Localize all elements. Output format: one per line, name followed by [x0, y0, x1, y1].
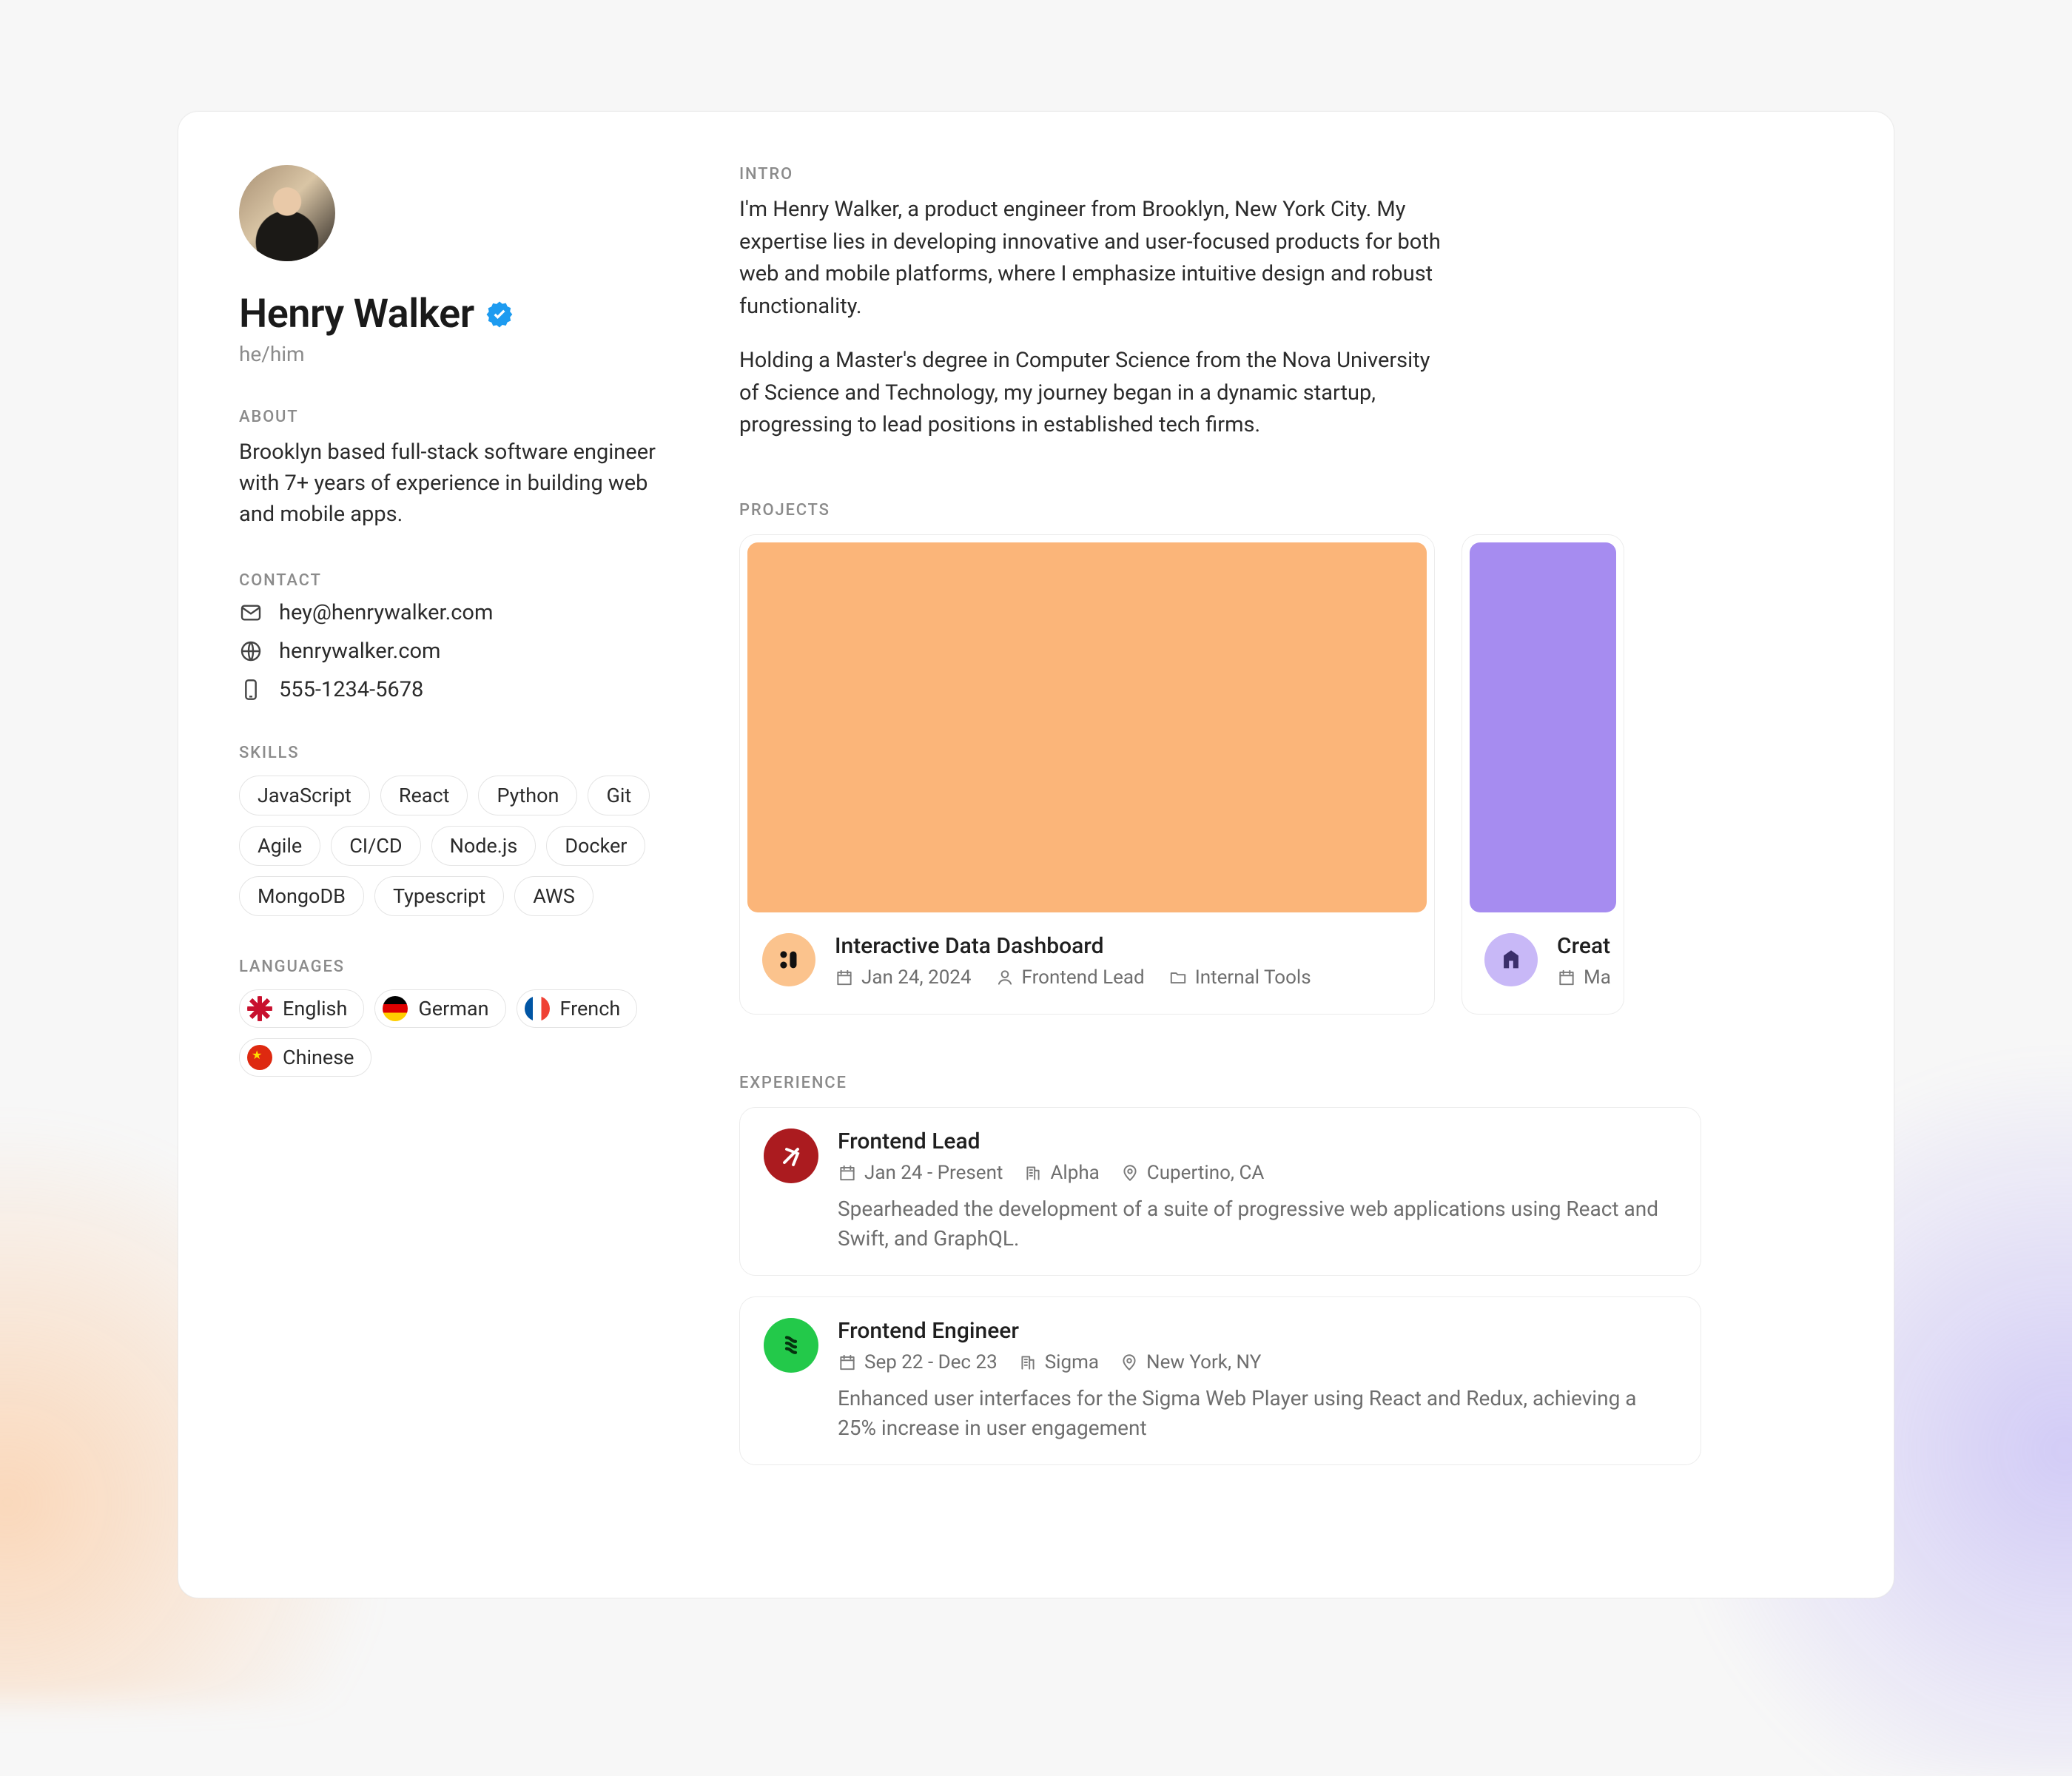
experience-location: Cupertino, CA: [1120, 1162, 1265, 1184]
contact-email-text: hey@henrywalker.com: [279, 600, 493, 625]
project-icon: [762, 933, 815, 986]
experience-description: Enhanced user interfaces for the Sigma W…: [838, 1384, 1677, 1444]
user-icon: [995, 968, 1015, 987]
project-meta-row: Ma: [1557, 966, 1601, 989]
projects-label: PROJECTS: [739, 501, 1894, 519]
language-name: Chinese: [283, 1046, 354, 1069]
company-icon: [764, 1128, 818, 1183]
project-meta-row: Jan 24, 2024 Frontend Lead Internal Tools: [835, 966, 1412, 989]
language-name: English: [283, 997, 347, 1020]
experience-description: Spearheaded the development of a suite o…: [838, 1194, 1677, 1254]
experience-company: Alpha: [1023, 1162, 1099, 1184]
calendar-icon: [835, 968, 854, 987]
intro-paragraph-1: I'm Henry Walker, a product engineer fro…: [739, 194, 1442, 323]
language-name: French: [560, 997, 621, 1020]
language-chip[interactable]: Chinese: [239, 1038, 371, 1077]
project-card[interactable]: Creat Ma: [1462, 534, 1624, 1015]
skills-chips: JavaScript React Python Git Agile CI/CD Node.j…: [239, 776, 653, 916]
experience-list: Frontend Lead Jan 24 - Present Alpha Cupert…: [739, 1107, 1894, 1465]
skill-chip[interactable]: Agile: [239, 826, 320, 866]
mail-icon: [239, 601, 263, 625]
experience-title: Frontend Lead: [838, 1128, 1677, 1154]
experience-meta-row: Sep 22 - Dec 23 Sigma New York, NY: [838, 1351, 1677, 1373]
calendar-icon: [1557, 968, 1576, 987]
language-chip[interactable]: German: [374, 989, 505, 1028]
language-chips: English German French Chinese: [239, 989, 653, 1077]
experience-location: New York, NY: [1120, 1351, 1261, 1373]
project-title: Creat: [1557, 933, 1601, 959]
pin-icon: [1120, 1163, 1140, 1183]
flag-icon: [247, 1045, 272, 1070]
company-icon: [764, 1318, 818, 1373]
sidebar: Henry Walker he/him ABOUT Brooklyn based…: [178, 112, 726, 1598]
language-chip[interactable]: French: [517, 989, 638, 1028]
skill-chip[interactable]: Typescript: [374, 876, 504, 916]
experience-card[interactable]: Frontend Lead Jan 24 - Present Alpha Cupert…: [739, 1107, 1701, 1276]
phone-icon: [239, 678, 263, 702]
experience-title: Frontend Engineer: [838, 1318, 1677, 1344]
skill-chip[interactable]: Git: [588, 776, 650, 815]
project-role: Frontend Lead: [995, 966, 1145, 989]
profile-card: Henry Walker he/him ABOUT Brooklyn based…: [178, 111, 1894, 1598]
skill-chip[interactable]: Docker: [546, 826, 645, 866]
skill-chip[interactable]: AWS: [514, 876, 593, 916]
contact-email[interactable]: hey@henrywalker.com: [239, 600, 687, 625]
experience-dates: Sep 22 - Dec 23: [838, 1351, 998, 1373]
project-icon: [1484, 933, 1538, 986]
skill-chip[interactable]: Python: [478, 776, 577, 815]
globe-icon: [239, 639, 263, 663]
project-category: Internal Tools: [1168, 966, 1311, 989]
project-date: Ma: [1557, 966, 1611, 989]
language-chip[interactable]: English: [239, 989, 364, 1028]
building-icon: [1018, 1353, 1037, 1372]
experience-dates: Jan 24 - Present: [838, 1162, 1003, 1184]
project-hero: [747, 542, 1427, 912]
language-name: German: [418, 997, 488, 1020]
contact-phone[interactable]: 555-1234-5678: [239, 677, 687, 702]
skills-label: SKILLS: [239, 744, 687, 762]
flag-icon: [383, 996, 408, 1021]
main-column: INTRO I'm Henry Walker, a product engine…: [726, 112, 1894, 1598]
verified-badge-icon: [485, 300, 514, 329]
about-text: Brooklyn based full-stack software engin…: [239, 437, 687, 530]
contact-website-text: henrywalker.com: [279, 639, 440, 664]
flag-icon: [247, 996, 272, 1021]
languages-label: LANGUAGES: [239, 958, 687, 976]
contact-website[interactable]: henrywalker.com: [239, 639, 687, 664]
project-card[interactable]: Interactive Data Dashboard Jan 24, 2024 Fr…: [739, 534, 1435, 1015]
skill-chip[interactable]: MongoDB: [239, 876, 364, 916]
projects-scroll[interactable]: Interactive Data Dashboard Jan 24, 2024 Fr…: [739, 534, 1894, 1015]
calendar-icon: [838, 1163, 857, 1183]
contact-phone-text: 555-1234-5678: [279, 677, 423, 702]
pronouns: he/him: [239, 342, 687, 366]
experience-meta-row: Jan 24 - Present Alpha Cupertino, CA: [838, 1162, 1677, 1184]
project-hero: [1470, 542, 1616, 912]
calendar-icon: [838, 1353, 857, 1372]
flag-icon: [525, 996, 550, 1021]
about-label: ABOUT: [239, 408, 687, 426]
intro-paragraph-2: Holding a Master's degree in Computer Sc…: [739, 345, 1442, 442]
experience-company: Sigma: [1018, 1351, 1099, 1373]
skill-chip[interactable]: JavaScript: [239, 776, 370, 815]
contact-label: CONTACT: [239, 571, 687, 590]
avatar[interactable]: [239, 165, 335, 261]
project-date: Jan 24, 2024: [835, 966, 972, 989]
intro-label: INTRO: [739, 165, 1894, 184]
experience-card[interactable]: Frontend Engineer Sep 22 - Dec 23 Sigma New…: [739, 1296, 1701, 1465]
profile-name: Henry Walker: [239, 291, 474, 337]
pin-icon: [1120, 1353, 1139, 1372]
project-title: Interactive Data Dashboard: [835, 933, 1412, 959]
folder-icon: [1168, 968, 1188, 987]
skill-chip[interactable]: React: [380, 776, 468, 815]
skill-chip[interactable]: Node.js: [431, 826, 536, 866]
experience-label: EXPERIENCE: [739, 1074, 1894, 1092]
building-icon: [1023, 1163, 1043, 1183]
skill-chip[interactable]: CI/CD: [331, 826, 420, 866]
